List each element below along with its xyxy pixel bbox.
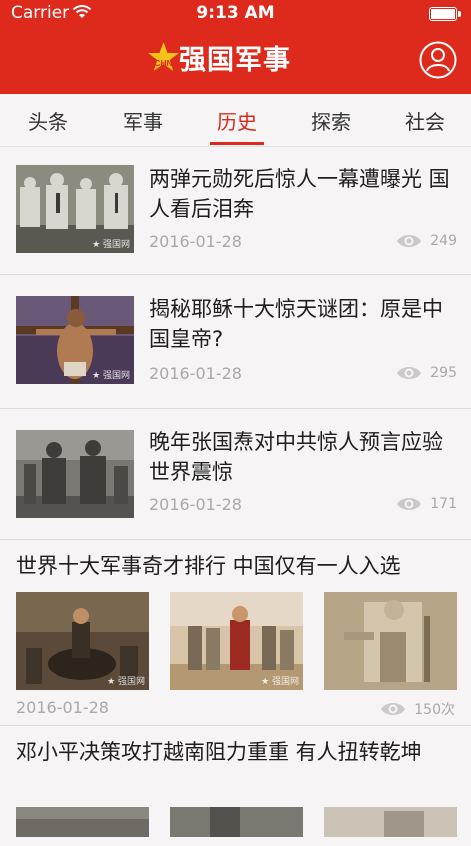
view-count-value: 150次	[414, 702, 455, 718]
thumbnail-watermark: ★ 强国网	[261, 677, 299, 687]
app-header: Carrier 9:13 AM CHN 强国军事	[0, 0, 471, 94]
logo-text: CHN	[154, 58, 172, 68]
article-title[interactable]: 两弹元勋死后惊人一幕遭曝光 国人看后泪奔	[149, 164, 455, 224]
view-count-value: 295	[430, 365, 457, 381]
active-tab-indicator	[210, 142, 264, 145]
eye-icon	[397, 235, 422, 247]
article-title[interactable]: 世界十大军事奇才排行 中国仅有一人入选	[16, 551, 455, 581]
gallery-thumbnail	[324, 807, 457, 837]
view-count: 295	[396, 365, 457, 381]
star-logo-icon: CHN	[148, 42, 179, 71]
gallery-thumbnails	[16, 807, 457, 837]
status-bar: Carrier 9:13 AM	[0, 0, 471, 28]
article-thumbnail: ★ 强国网	[16, 165, 134, 253]
view-count: 150次	[380, 699, 455, 719]
gallery-thumbnail	[324, 592, 457, 690]
article-thumbnail	[16, 430, 134, 518]
gallery-article-item[interactable]: 世界十大军事奇才排行 中国仅有一人入选 ★ 强国网 ★ 强国网 2016-01-…	[0, 540, 471, 726]
article-date: 2016-01-28	[149, 364, 242, 383]
thumbnail-watermark: ★ 强国网	[92, 240, 130, 250]
article-date: 2016-01-28	[16, 698, 109, 717]
tab-society[interactable]: 社会	[395, 106, 455, 135]
view-count-value: 171	[430, 496, 457, 512]
article-item[interactable]: ★ 强国网 两弹元勋死后惊人一幕遭曝光 国人看后泪奔 2016-01-28 24…	[0, 147, 471, 275]
tab-explore[interactable]: 探索	[301, 106, 361, 135]
gallery-article-item[interactable]: 邓小平决策攻打越南阻力重重 有人扭转乾坤	[0, 726, 471, 846]
eye-icon	[397, 367, 422, 379]
gallery-thumbnail: ★ 强国网	[170, 592, 303, 690]
tab-military[interactable]: 军事	[113, 106, 173, 135]
clock: 9:13 AM	[196, 3, 275, 23]
view-count-value: 249	[430, 233, 457, 249]
article-title[interactable]: 揭秘耶稣十大惊天谜团：原是中国皇帝?	[149, 294, 455, 354]
gallery-thumbnail: ★ 强国网	[16, 592, 149, 690]
thumbnail-watermark: ★ 强国网	[107, 677, 145, 687]
eye-icon	[381, 703, 406, 715]
thumbnail-watermark: ★ 强国网	[92, 371, 130, 381]
tab-headlines[interactable]: 头条	[18, 106, 78, 135]
article-title[interactable]: 晚年张国焘对中共惊人预言应验 世界震惊	[149, 427, 455, 487]
article-date: 2016-01-28	[149, 232, 242, 251]
view-count: 171	[396, 496, 457, 512]
category-tabs: 头条 军事 历史 探索 社会	[0, 94, 471, 147]
article-title[interactable]: 邓小平决策攻打越南阻力重重 有人扭转乾坤	[16, 737, 455, 767]
gallery-thumbnail	[170, 807, 303, 837]
article-item[interactable]: ★ 强国网 揭秘耶稣十大惊天谜团：原是中国皇帝? 2016-01-28 295	[0, 275, 471, 409]
article-thumbnail: ★ 强国网	[16, 296, 134, 384]
eye-icon	[397, 498, 422, 510]
app-title: 强国军事	[179, 45, 291, 76]
battery-icon	[429, 7, 461, 21]
article-date: 2016-01-28	[149, 495, 242, 514]
article-item[interactable]: 晚年张国焘对中共惊人预言应验 世界震惊 2016-01-28 171	[0, 409, 471, 540]
gallery-thumbnail	[16, 807, 149, 837]
user-profile-icon[interactable]	[419, 41, 457, 79]
gallery-thumbnails: ★ 强国网 ★ 强国网	[16, 592, 457, 690]
tab-history[interactable]: 历史	[207, 106, 267, 135]
view-count: 249	[396, 233, 457, 249]
